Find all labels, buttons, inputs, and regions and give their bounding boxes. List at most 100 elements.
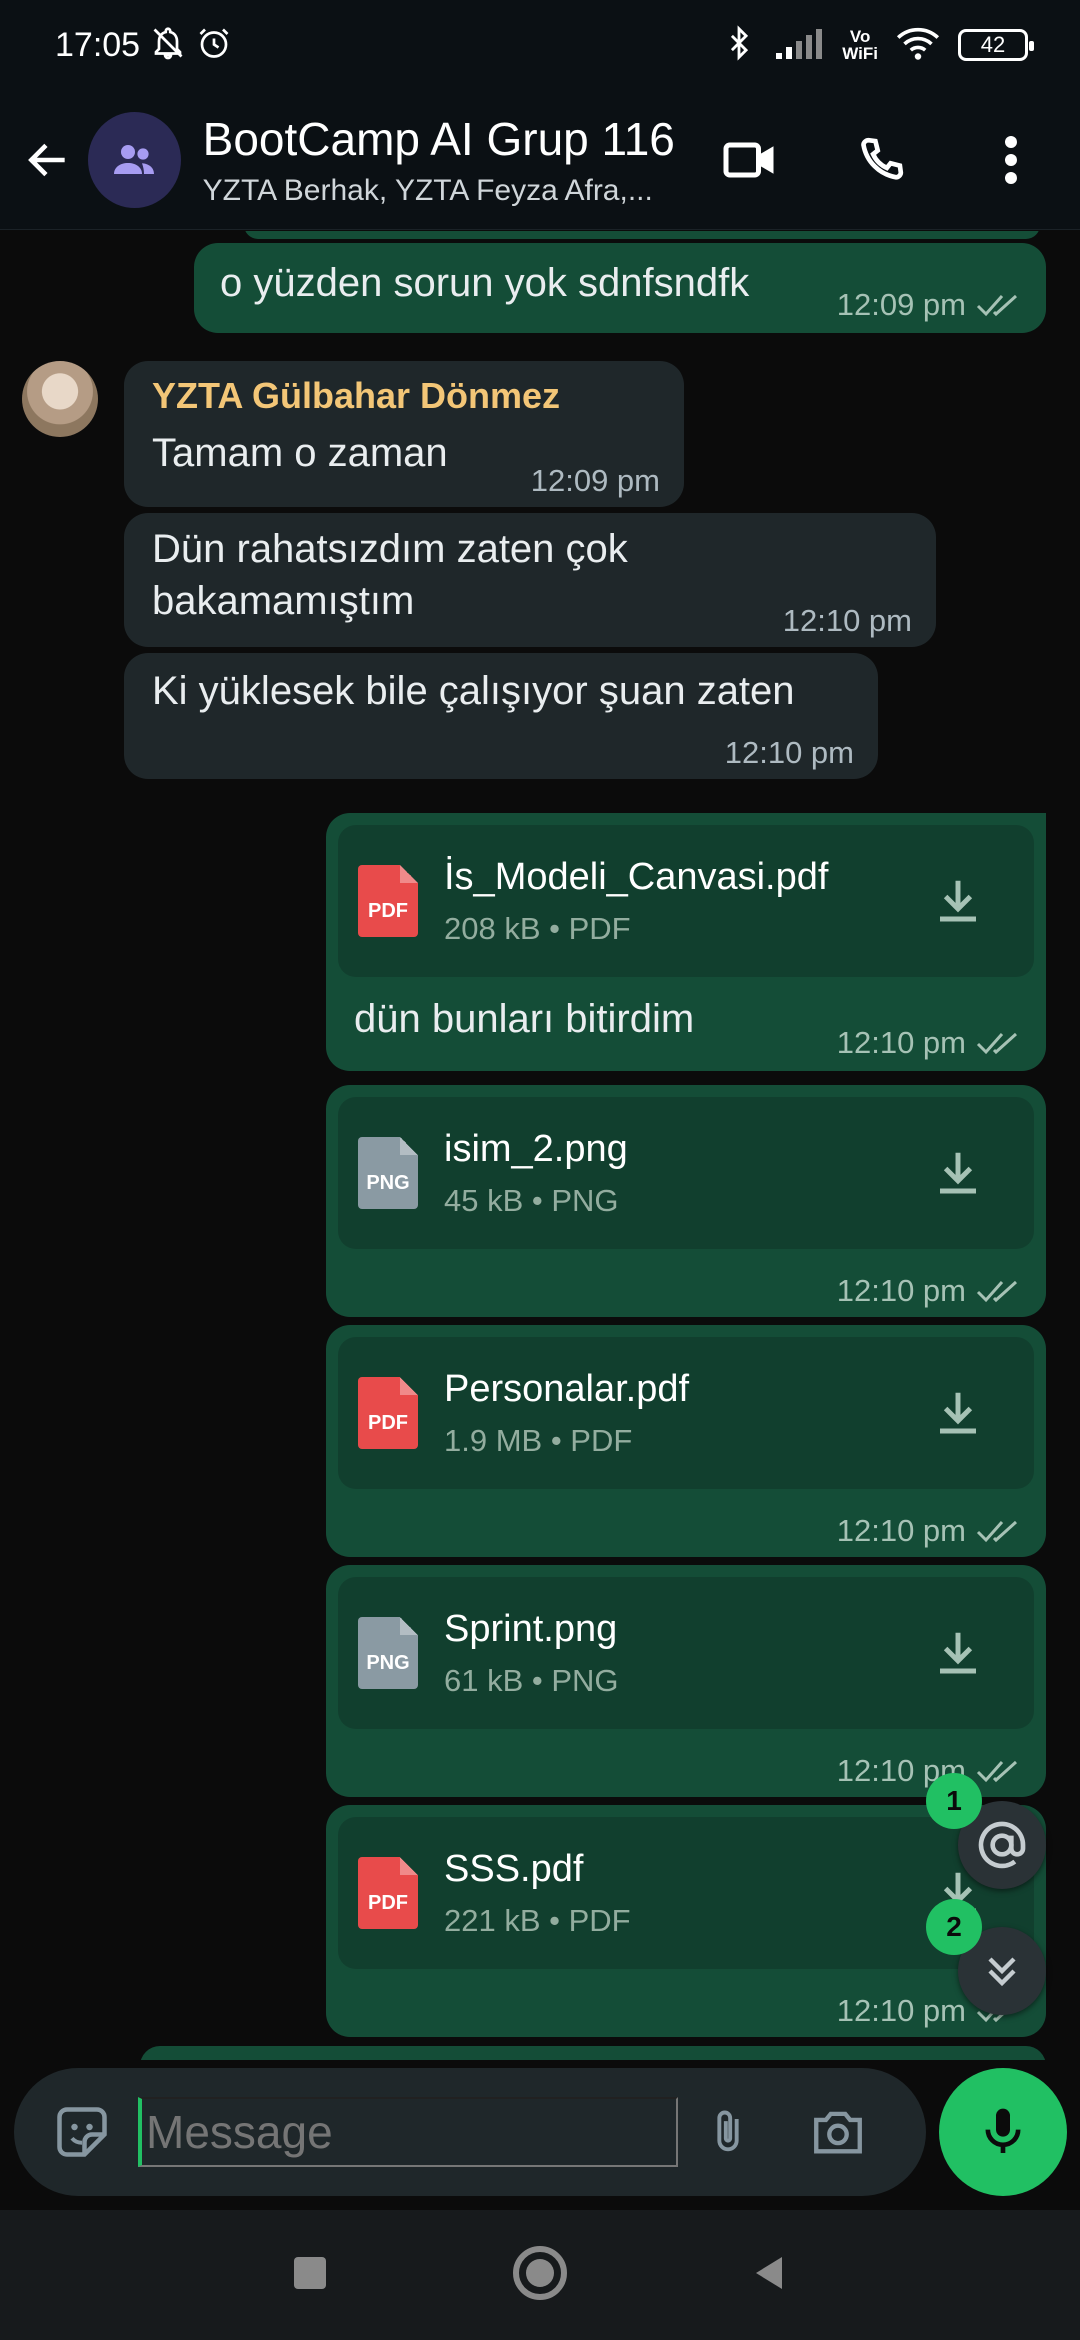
voice-message-button[interactable] <box>939 2068 1067 2196</box>
message-text: Tamam o zaman <box>152 431 448 475</box>
message-composer <box>14 2068 926 2196</box>
vowifi-label: Vo WiFi <box>842 27 878 63</box>
message-time: 12:09 pm <box>837 287 1022 323</box>
wifi-icon <box>896 25 940 66</box>
download-icon <box>940 880 976 922</box>
download-icon <box>940 1632 976 1674</box>
message-time: 12:10 pm <box>782 603 912 638</box>
pdf-file-icon: PDF <box>358 1377 418 1449</box>
file-attachment[interactable]: PDF SSS.pdf 221 kB • PDF <box>338 1817 1034 1969</box>
sender-avatar[interactable] <box>22 361 98 437</box>
file-meta: 221 kB • PDF <box>444 1902 631 1938</box>
message-bubble-incoming[interactable]: Dün rahatsızdım zaten çok bakamamıştım 1… <box>124 513 936 647</box>
camera-icon <box>814 2111 862 2154</box>
more-options-button[interactable] <box>966 115 1056 205</box>
file-meta: 61 kB • PNG <box>444 1662 619 1698</box>
message-caption: dün bunları bitirdim <box>354 997 695 1041</box>
video-call-button[interactable] <box>706 115 796 205</box>
home-button[interactable] <box>510 2243 570 2308</box>
file-name: Personalar.pdf <box>444 1367 690 1410</box>
file-name: SSS.pdf <box>444 1847 584 1890</box>
image-file-icon: PNG <box>358 1617 418 1689</box>
status-bar: 17:05 Vo WiFi 42 <box>0 0 1080 90</box>
mention-count-badge: 1 <box>926 1773 982 1829</box>
pdf-file-icon: PDF <box>358 1857 418 1929</box>
file-name: isim_2.png <box>444 1127 628 1170</box>
download-icon <box>940 1392 976 1434</box>
sender-name[interactable]: YZTA Gülbahar Dönmez <box>152 375 560 417</box>
message-time: 12:10 pm <box>837 1025 1022 1061</box>
microphone-icon <box>985 2108 1021 2153</box>
at-sign-icon <box>978 1821 1026 1869</box>
file-meta: 1.9 MB • PDF <box>444 1422 633 1458</box>
file-attachment[interactable]: PNG isim_2.png 45 kB • PNG <box>338 1097 1034 1249</box>
recents-button[interactable] <box>290 2253 330 2298</box>
phone-icon <box>861 137 904 180</box>
emoji-button[interactable] <box>42 2092 122 2172</box>
video-camera-icon <box>723 142 774 177</box>
message-bubble-file[interactable]: PNG isim_2.png 45 kB • PNG 12:10 pm <box>326 1085 1046 1317</box>
signal-icon <box>774 25 824 66</box>
chat-header: BootCamp AI Grup 116 YZTA Berhak, YZTA F… <box>0 90 1080 230</box>
circle-icon <box>513 2245 567 2300</box>
message-time: 12:10 pm <box>837 1753 1022 1789</box>
double-check-icon <box>976 1760 1018 1783</box>
double-check-icon <box>976 1280 1018 1303</box>
chat-title: BootCamp AI Grup 116 <box>202 112 675 165</box>
message-text: o yüzden sorun yok sdnfsndfk <box>220 261 750 305</box>
sticker-smiley-icon <box>57 2107 107 2157</box>
alarm-icon <box>196 25 232 66</box>
pdf-file-icon: PDF <box>358 865 418 937</box>
message-list[interactable]: o yüzden sorun yok sdnfsndfk 12:09 pm YZ… <box>0 231 1080 2060</box>
group-avatar[interactable] <box>87 111 181 208</box>
download-button[interactable] <box>926 1381 990 1445</box>
triangle-back-icon <box>756 2256 782 2289</box>
square-icon <box>294 2256 326 2289</box>
chat-participants: YZTA Berhak, YZTA Feyza Afra,... <box>202 173 653 207</box>
voice-call-button[interactable] <box>836 115 926 205</box>
group-icon <box>114 144 155 174</box>
message-bubble-incoming[interactable]: Ki yüklesek bile çalışıyor şuan zaten 12… <box>124 653 878 779</box>
message-text: Ki yüklesek bile çalışıyor şuan zaten <box>152 669 795 713</box>
bluetooth-icon <box>722 24 756 67</box>
message-bubble-incoming[interactable]: YZTA Gülbahar Dönmez Tamam o zaman 12:09… <box>124 361 684 507</box>
message-bubble-file[interactable]: PNG Sprint.png 61 kB • PNG 12:10 pm <box>326 1565 1046 1797</box>
back-button[interactable] <box>14 125 82 195</box>
file-attachment[interactable]: PDF İs_Modeli_Canvasi.pdf 208 kB • PDF <box>338 825 1034 977</box>
message-time: 12:10 pm <box>837 1273 1022 1309</box>
file-name: Sprint.png <box>444 1607 618 1650</box>
file-attachment[interactable]: PDF Personalar.pdf 1.9 MB • PDF <box>338 1337 1034 1489</box>
more-vertical-icon <box>1005 135 1017 184</box>
paperclip-icon <box>717 2110 739 2152</box>
download-button[interactable] <box>926 1621 990 1685</box>
download-button[interactable] <box>926 1141 990 1205</box>
battery-indicator: 42 <box>958 29 1034 61</box>
message-bubble-file[interactable]: PDF İs_Modeli_Canvasi.pdf 208 kB • PDF d… <box>326 813 1046 1071</box>
message-input[interactable] <box>138 2097 678 2167</box>
message-bubble-file[interactable]: PDF Personalar.pdf 1.9 MB • PDF 12:10 pm <box>326 1325 1046 1557</box>
double-check-icon <box>976 1520 1018 1543</box>
chat-info[interactable]: BootCamp AI Grup 116 YZTA Berhak, YZTA F… <box>203 112 706 208</box>
message-bubble-outgoing[interactable]: o yüzden sorun yok sdnfsndfk 12:09 pm <box>194 243 1046 333</box>
message-bubble-partial <box>140 2046 1046 2060</box>
image-file-icon: PNG <box>358 1137 418 1209</box>
file-name: İs_Modeli_Canvasi.pdf <box>444 855 829 898</box>
double-check-icon <box>976 294 1018 317</box>
file-meta: 208 kB • PDF <box>444 910 631 946</box>
message-text: Dün rahatsızdım zaten çok bakamamıştım <box>152 527 628 623</box>
back-nav-button[interactable] <box>750 2253 790 2298</box>
status-time: 17:05 <box>55 25 141 64</box>
download-button[interactable] <box>926 869 990 933</box>
arrow-left-icon <box>27 143 65 176</box>
double-chevron-down-icon <box>988 1957 1016 1987</box>
camera-button[interactable] <box>798 2092 878 2172</box>
unread-count-badge: 2 <box>926 1899 982 1955</box>
attach-button[interactable] <box>688 2092 768 2172</box>
message-time: 12:10 pm <box>837 1513 1022 1549</box>
file-attachment[interactable]: PNG Sprint.png 61 kB • PNG <box>338 1577 1034 1729</box>
message-bubble-partial <box>244 231 1040 239</box>
message-time: 12:10 pm <box>724 735 854 770</box>
bell-muted-icon <box>150 25 186 66</box>
file-meta: 45 kB • PNG <box>444 1182 619 1218</box>
system-nav-bar <box>0 2210 1080 2340</box>
